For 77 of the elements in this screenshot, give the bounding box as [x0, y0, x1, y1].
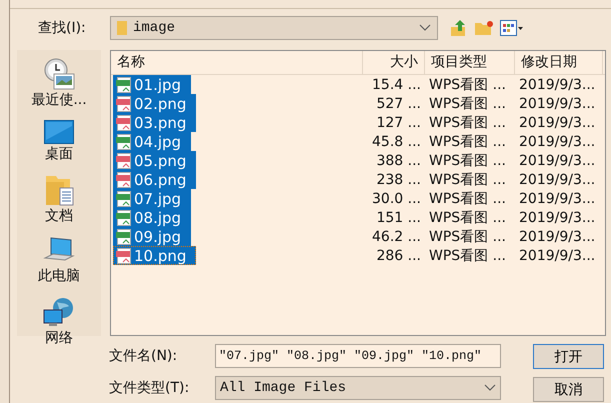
image-file-icon: [116, 152, 132, 168]
desktop-icon: [44, 120, 74, 144]
look-in-dropdown[interactable]: image: [110, 16, 438, 40]
file-size: 151 ...: [375, 210, 422, 226]
sidebar-place[interactable]: 文档: [44, 174, 74, 225]
dropdown-caret-icon: [484, 384, 496, 392]
network-globe-icon: [43, 296, 75, 328]
file-size: 127 ...: [375, 114, 422, 130]
sidebar-place[interactable]: 此电脑: [38, 236, 80, 285]
image-file-icon: [116, 190, 132, 206]
image-file-icon: [116, 96, 132, 112]
file-date: 2019/9/3...: [518, 114, 596, 130]
file-size: 388 ...: [375, 152, 422, 168]
file-size: 46.2 ...: [371, 228, 422, 244]
folder-document-icon: [44, 174, 74, 206]
sidebar-place[interactable]: 桌面: [44, 120, 74, 163]
sidebar-place[interactable]: 网络: [43, 296, 75, 347]
file-name-label: 文件名(N):: [109, 347, 178, 365]
column-header[interactable]: 大小: [363, 51, 425, 74]
file-name-field[interactable]: "07.jpg" "08.jpg" "09.jpg" "10.png": [215, 344, 501, 368]
image-file-icon: [116, 172, 132, 188]
file-name[interactable]: 05.png: [113, 151, 196, 170]
new-folder-icon[interactable]: [474, 20, 494, 36]
file-date: 2019/9/3...: [518, 96, 596, 112]
file-name[interactable]: 04.jpg: [113, 132, 192, 151]
file-size: 527 ...: [375, 96, 422, 112]
file-type: WPS看图 ...: [428, 170, 507, 188]
file-name[interactable]: 09.jpg: [113, 227, 192, 246]
file-size: 286 ...: [375, 248, 422, 264]
file-date: 2019/9/3...: [518, 76, 596, 92]
image-file-icon: [116, 76, 132, 92]
column-header[interactable]: 修改日期: [515, 51, 603, 74]
column-header[interactable]: 项目类型: [425, 51, 515, 74]
image-file-icon: [116, 248, 132, 264]
file-type-dropdown[interactable]: All Image Files: [215, 376, 501, 400]
file-date: 2019/9/3...: [518, 190, 596, 206]
file-type-label: 文件类型(T):: [109, 379, 190, 397]
file-date: 2019/9/3...: [518, 172, 596, 188]
image-file-icon: [116, 134, 132, 150]
file-name[interactable]: 01.jpg: [113, 75, 192, 94]
file-date: 2019/9/3...: [518, 248, 596, 264]
file-name[interactable]: 08.jpg: [113, 208, 192, 227]
file-type: WPS看图 ...: [428, 76, 507, 94]
sidebar-place[interactable]: 最近使...: [31, 58, 87, 109]
file-type: WPS看图 ...: [428, 246, 507, 264]
file-type: WPS看图 ...: [428, 190, 507, 208]
file-name[interactable]: 06.png: [113, 170, 196, 189]
look-in-label: 查找(I):: [38, 19, 87, 37]
clock-photo-icon: [42, 58, 76, 90]
file-type: WPS看图 ...: [428, 228, 507, 246]
dropdown-caret-icon: [419, 24, 431, 32]
view-menu-icon[interactable]: [500, 20, 524, 36]
file-name[interactable]: 07.jpg: [113, 189, 192, 208]
dialog-button[interactable]: 取消: [533, 377, 604, 402]
image-file-icon: [116, 228, 132, 244]
file-type: WPS看图 ...: [428, 208, 507, 226]
column-header[interactable]: 名称: [111, 51, 363, 74]
folder-icon: [117, 20, 127, 36]
file-size: 45.8 ...: [371, 134, 422, 150]
image-file-icon: [116, 210, 132, 226]
file-size: 30.0 ...: [371, 190, 422, 206]
file-date: 2019/9/3...: [518, 210, 596, 226]
file-type: WPS看图 ...: [428, 152, 507, 170]
file-date: 2019/9/3...: [518, 134, 596, 150]
up-folder-icon[interactable]: [450, 19, 468, 37]
file-date: 2019/9/3...: [518, 228, 596, 244]
file-size: 238 ...: [375, 172, 422, 188]
file-name[interactable]: 03.png: [113, 113, 196, 132]
image-file-icon: [116, 114, 132, 130]
file-size: 15.4 ...: [371, 76, 422, 92]
file-name[interactable]: 02.png: [113, 94, 196, 113]
file-type: WPS看图 ...: [428, 94, 507, 112]
dialog-button[interactable]: 打开: [533, 344, 604, 369]
file-name[interactable]: 10.png: [113, 246, 196, 265]
file-type: WPS看图 ...: [428, 132, 507, 150]
file-type: WPS看图 ...: [428, 114, 507, 132]
file-date: 2019/9/3...: [518, 152, 596, 168]
